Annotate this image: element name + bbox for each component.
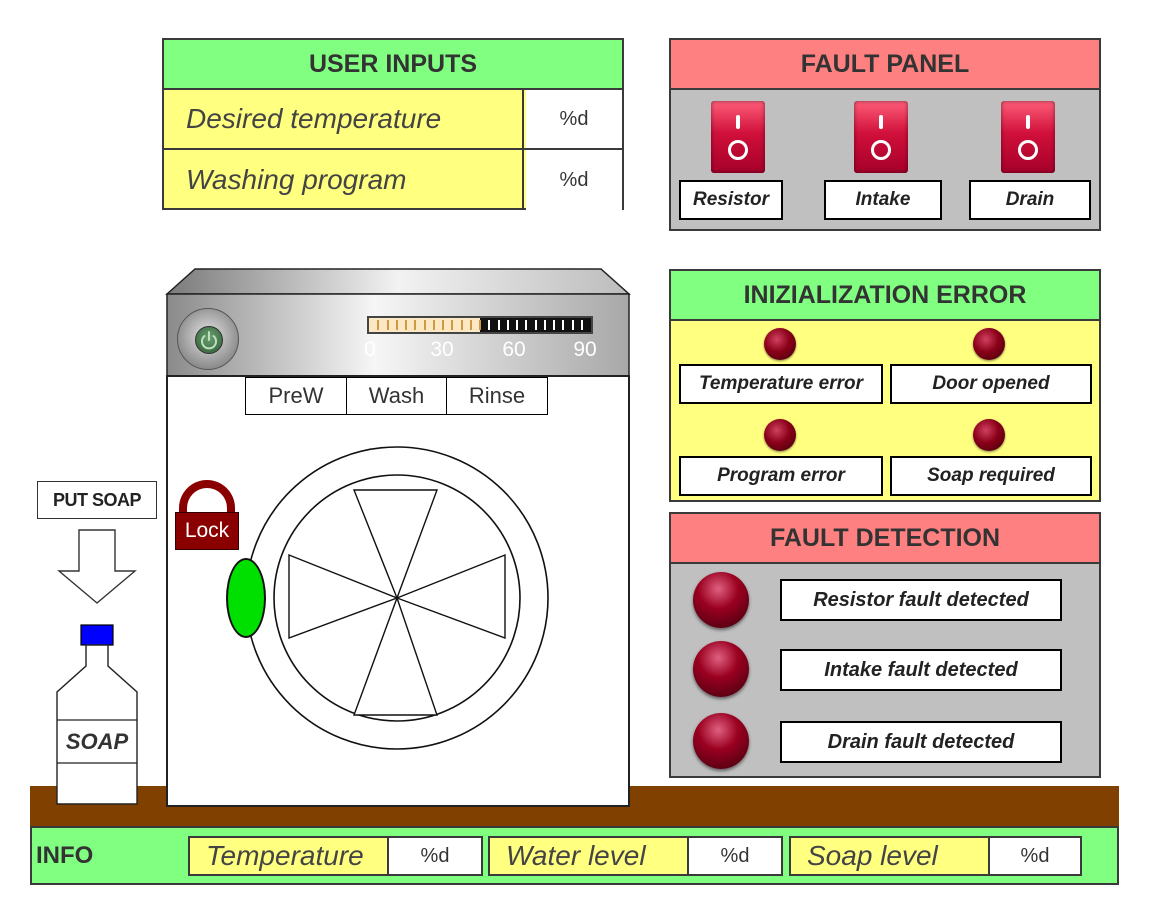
soap-required-led — [973, 419, 1005, 451]
put-soap-button[interactable]: PUT SOAP — [37, 481, 157, 519]
soap-bottle[interactable]: SOAP — [55, 624, 139, 806]
drain-fault-switch[interactable] — [1001, 101, 1055, 173]
fault-panel: FAULT PANEL Resistor Intake Drain — [669, 38, 1101, 231]
resistor-switch-label: Resistor — [679, 180, 783, 220]
temperature-info: Temperature %d — [188, 836, 483, 876]
temperature-info-value: %d — [389, 838, 481, 874]
down-arrow-icon — [57, 529, 137, 604]
desired-temperature-row: Desired temperature %d — [164, 90, 622, 150]
fault-detection-title: FAULT DETECTION — [671, 514, 1099, 564]
fault-panel-title: FAULT PANEL — [671, 40, 1099, 90]
program-error-led — [764, 419, 796, 451]
temperature-error-led — [764, 328, 796, 360]
washing-program-row: Washing program %d — [164, 150, 622, 210]
desired-temperature-label: Desired temperature — [164, 90, 524, 148]
resistor-fault-label: Resistor fault detected — [780, 579, 1062, 621]
door-handle[interactable] — [226, 558, 266, 638]
drain-switch-label: Drain — [969, 180, 1091, 220]
user-inputs-panel: USER INPUTS Desired temperature %d Washi… — [162, 38, 624, 210]
washing-program-input[interactable]: %d — [526, 150, 622, 210]
soap-bottle-label: SOAP — [65, 729, 129, 754]
resistor-fault-switch[interactable] — [711, 101, 765, 173]
intake-fault-led — [693, 641, 749, 697]
door-opened-label: Door opened — [890, 364, 1092, 404]
intake-fault-switch[interactable] — [854, 101, 908, 173]
water-level-info-value: %d — [689, 838, 781, 874]
temperature-error-label: Temperature error — [679, 364, 883, 404]
user-inputs-title: USER INPUTS — [164, 40, 622, 90]
soap-level-info-label: Soap level — [791, 838, 990, 874]
temperature-info-label: Temperature — [190, 838, 389, 874]
drain-fault-led — [693, 713, 749, 769]
soap-required-label: Soap required — [890, 456, 1092, 496]
intake-switch-label: Intake — [824, 180, 942, 220]
desired-temperature-input[interactable]: %d — [526, 90, 622, 148]
info-title: INFO — [36, 841, 94, 869]
washing-program-label: Washing program — [164, 150, 524, 210]
initialization-error-panel: INIZIALIZATION ERROR Temperature error D… — [669, 269, 1101, 502]
drain-fault-label: Drain fault detected — [780, 721, 1062, 763]
water-level-info-label: Water level — [490, 838, 689, 874]
fault-detection-panel: FAULT DETECTION Resistor fault detected … — [669, 512, 1101, 778]
intake-fault-label: Intake fault detected — [780, 649, 1062, 691]
door-lock[interactable]: Lock — [175, 480, 239, 552]
resistor-fault-led — [693, 572, 749, 628]
door-opened-led — [973, 328, 1005, 360]
washing-machine: 0 30 60 90 PreW Wash Rinse Lock — [165, 268, 631, 808]
program-error-label: Program error — [679, 456, 883, 496]
info-bar: INFO Temperature %d Water level %d Soap … — [30, 826, 1119, 885]
water-level-info: Water level %d — [488, 836, 783, 876]
initialization-error-title: INIZIALIZATION ERROR — [671, 271, 1099, 321]
lock-label: Lock — [175, 512, 239, 550]
soap-level-info-value: %d — [990, 838, 1080, 874]
soap-level-info: Soap level %d — [789, 836, 1082, 876]
